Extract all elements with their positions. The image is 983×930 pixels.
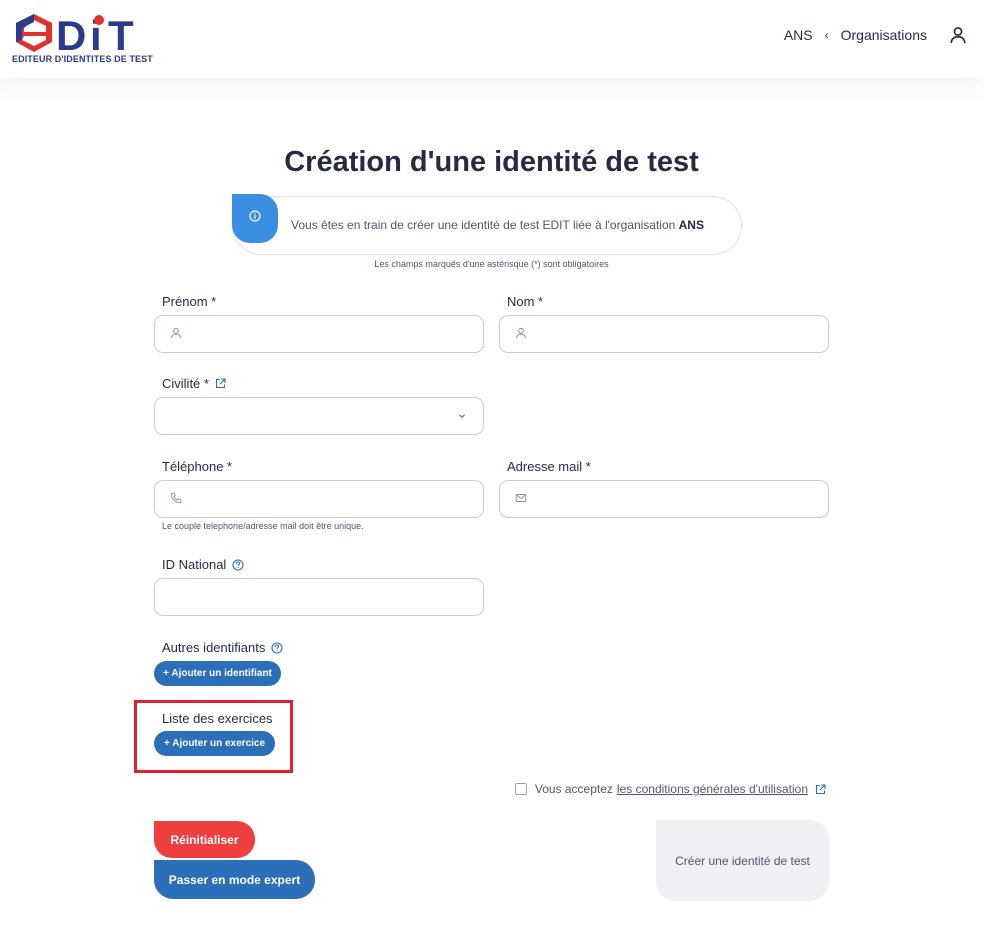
external-link-icon[interactable] bbox=[215, 378, 226, 389]
organisations-link[interactable]: Organisations bbox=[841, 27, 927, 43]
user-account-icon[interactable] bbox=[949, 26, 967, 44]
breadcrumb-separator: ‹ bbox=[824, 28, 829, 42]
civilite-label-text: Civilité * bbox=[162, 376, 209, 391]
telephone-field[interactable] bbox=[154, 480, 484, 518]
telephone-label-text: Téléphone * bbox=[162, 459, 233, 474]
info-prefix: Vous êtes en train de créer une identité… bbox=[291, 218, 679, 232]
info-organisation: ANS bbox=[678, 218, 704, 232]
current-organisation[interactable]: ANS bbox=[784, 27, 813, 43]
user-icon bbox=[171, 327, 181, 339]
email-input[interactable] bbox=[534, 481, 818, 517]
telephone-input[interactable] bbox=[189, 481, 473, 517]
external-link-icon[interactable] bbox=[815, 783, 826, 795]
unique-couple-hint: Le couple telephone/adresse mail doit êt… bbox=[162, 521, 364, 531]
user-icon bbox=[516, 327, 526, 339]
civilite-label: Civilité * bbox=[162, 376, 226, 391]
info-text: Vous êtes en train de créer une identité… bbox=[291, 218, 704, 232]
nom-label: Nom * bbox=[507, 294, 543, 309]
exercices-label: Liste des exercices bbox=[162, 711, 273, 726]
email-label-text: Adresse mail * bbox=[507, 459, 591, 474]
nom-label-text: Nom * bbox=[507, 294, 544, 309]
add-exercice-button[interactable]: + Ajouter un exercice bbox=[154, 731, 275, 756]
prenom-input[interactable] bbox=[189, 316, 473, 352]
terms-prefix: Vous acceptez bbox=[534, 782, 613, 796]
autres-identifiants-label-text: Autres identifiants bbox=[162, 640, 266, 655]
top-header: D i T EDITEUR D'IDENTITES DE TEST ANS ‹ … bbox=[0, 0, 983, 78]
id-national-label: ID National bbox=[162, 557, 244, 572]
terms-checkbox[interactable] bbox=[514, 783, 527, 795]
svg-text:T: T bbox=[108, 12, 134, 56]
top-nav: ANS ‹ Organisations bbox=[784, 26, 967, 44]
exercices-label-text: Liste des exercices bbox=[162, 711, 273, 726]
phone-icon bbox=[170, 492, 182, 504]
prenom-label: Prénom * bbox=[162, 294, 216, 309]
email-label: Adresse mail * bbox=[507, 459, 591, 474]
prenom-label-text: Prénom * bbox=[162, 294, 217, 309]
telephone-label: Téléphone * bbox=[162, 459, 232, 474]
email-field[interactable] bbox=[499, 480, 829, 518]
prenom-field[interactable] bbox=[154, 315, 484, 353]
add-identifiant-button[interactable]: + Ajouter un identifiant bbox=[154, 661, 281, 686]
expert-mode-button[interactable]: Passer en mode expert bbox=[154, 860, 315, 899]
info-icon bbox=[249, 210, 261, 222]
terms-acceptance: Vous acceptez les conditions générales d… bbox=[514, 782, 826, 796]
svg-text:D: D bbox=[56, 12, 87, 56]
info-badge bbox=[232, 194, 278, 243]
edit-logo-icon: D i T bbox=[16, 12, 134, 59]
mandatory-fields-note: Les champs marqués d'une astérisque (*) … bbox=[374, 259, 609, 269]
question-icon[interactable] bbox=[232, 558, 244, 571]
create-identity-button[interactable]: Créer une identité de test bbox=[656, 820, 829, 901]
question-icon[interactable] bbox=[271, 641, 283, 654]
terms-link[interactable]: les conditions générales d'utilisation bbox=[617, 782, 808, 796]
info-banner: Vous êtes en train de créer une identité… bbox=[232, 194, 742, 255]
reset-button[interactable]: Réinitialiser bbox=[154, 821, 255, 858]
autres-identifiants-label: Autres identifiants bbox=[162, 640, 283, 655]
id-national-field[interactable] bbox=[154, 578, 484, 616]
chevron-down-icon[interactable] bbox=[457, 411, 467, 421]
civilite-value[interactable] bbox=[167, 398, 471, 434]
page-title: Création d'une identité de test bbox=[284, 146, 699, 178]
mail-icon bbox=[515, 494, 527, 502]
logo-subtitle: EDITEUR D'IDENTITES DE TEST bbox=[12, 54, 153, 64]
civilite-select[interactable] bbox=[154, 397, 484, 435]
id-national-input[interactable] bbox=[167, 579, 471, 615]
nom-field[interactable] bbox=[499, 315, 829, 353]
id-national-label-text: ID National bbox=[162, 557, 227, 572]
nom-input[interactable] bbox=[534, 316, 818, 352]
